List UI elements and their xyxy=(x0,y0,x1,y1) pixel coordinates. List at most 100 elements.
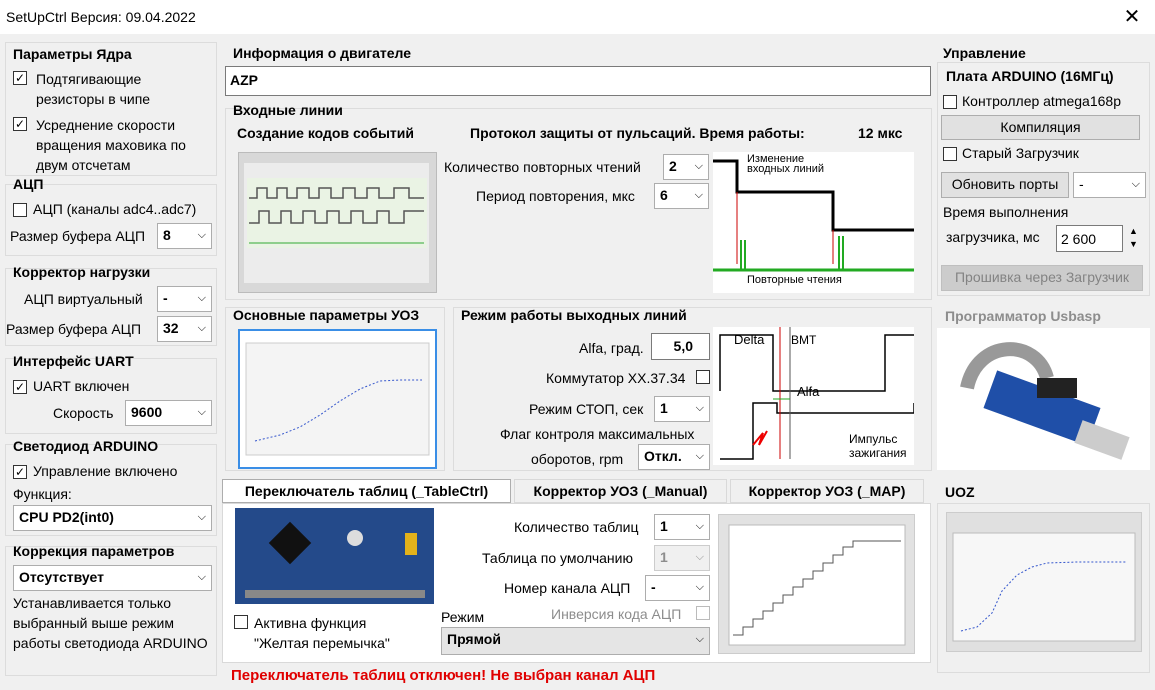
mode-label: Режим xyxy=(441,609,485,625)
invert-checkbox[interactable] xyxy=(696,606,710,620)
load-virtual-select[interactable]: - ⌵ xyxy=(157,286,212,312)
count-label: Количество таблиц xyxy=(514,519,639,535)
corr-select[interactable]: Отсутствует ⌵ xyxy=(13,565,212,591)
outputs-diagram: Delta ВМТ Alfa Импульс зажигания xyxy=(713,327,915,465)
alfa-input[interactable]: 5,0 xyxy=(651,333,710,360)
chevron-down-icon: ⌵ xyxy=(197,511,206,523)
tab-tablectrl[interactable]: Переключатель таблиц (_TableCtrl) xyxy=(222,479,511,503)
uart-title: Интерфейс UART xyxy=(13,353,134,369)
compile-button[interactable]: Компиляция xyxy=(941,115,1140,140)
exec-spinner-icon[interactable]: ▲ ▼ xyxy=(1125,225,1142,252)
pullup-label: Подтягивающие резисторы в чипе xyxy=(36,71,151,107)
chevron-down-icon: ⌵ xyxy=(695,633,704,645)
flash-button[interactable]: Прошивка через Загрузчик xyxy=(941,265,1143,291)
mode-select[interactable]: Прямой ⌵ xyxy=(441,627,710,655)
chevron-down-icon: ⌵ xyxy=(695,450,704,462)
arduino-image xyxy=(235,508,434,604)
period-label: Период повторения, мкс xyxy=(476,188,635,204)
exec-label-1: Время выполнения xyxy=(943,204,1069,220)
corr-title: Коррекция параметров xyxy=(13,543,175,559)
window-title: SetUpCtrl Версия: 09.04.2022 xyxy=(6,9,196,25)
warning-text: Переключатель таблиц отключен! Не выбран… xyxy=(231,667,656,684)
refresh-ports-button[interactable]: Обновить порты xyxy=(941,172,1069,198)
led-func-select[interactable]: CPU PD2(int0) ⌵ xyxy=(13,505,212,531)
board-label: Плата ARDUINO (16МГц) xyxy=(946,68,1114,84)
avg-checkbox[interactable]: ✓ xyxy=(13,117,27,131)
chevron-down-icon: ⌵ xyxy=(197,292,206,304)
stop-select[interactable]: 1 ⌵ xyxy=(654,396,710,422)
port-select[interactable]: - ⌵ xyxy=(1073,172,1146,198)
tab-map[interactable]: Корректор УОЗ (_MAP) xyxy=(730,479,924,503)
staircase-svg xyxy=(728,524,906,646)
pullup-checkbox[interactable]: ✓ xyxy=(13,71,27,85)
count-select[interactable]: 1 ⌵ xyxy=(654,514,710,540)
adc-channels-label: АЦП (каналы adc4..adc7) xyxy=(33,201,197,217)
led-func-label: Функция: xyxy=(13,486,72,502)
led-title: Светодиод ARDUINO xyxy=(13,438,159,454)
led-checkbox[interactable]: ✓ xyxy=(13,465,27,479)
yellow-label: Активна функция "Желтая перемычка" xyxy=(254,615,390,651)
chevron-down-icon: ⌵ xyxy=(695,581,704,593)
adc-checkbox[interactable] xyxy=(13,203,27,217)
diag-alfa-label: Alfa xyxy=(797,384,820,399)
comm-label: Коммутатор ХХ.37.34 xyxy=(546,370,686,386)
adc-title: АЦП xyxy=(13,176,44,192)
default-select[interactable]: 1 ⌵ xyxy=(654,545,710,571)
diag-delta-label: Delta xyxy=(734,332,765,347)
chevron-down-icon: ⌵ xyxy=(197,406,206,418)
load-buffer-label: Размер буфера АЦП xyxy=(6,321,142,337)
avg-label: Усреднение скорости вращения маховика по… xyxy=(36,117,186,173)
exec-label-2: загрузчика, мс xyxy=(946,229,1040,245)
uoz-title: Основные параметры УОЗ xyxy=(233,307,420,323)
close-icon[interactable]: ✕ xyxy=(1118,4,1146,30)
control-title: Управление xyxy=(943,45,1026,61)
chevron-down-icon: ⌵ xyxy=(694,189,703,201)
table-image xyxy=(718,514,915,654)
corr-note: Устанавливается только выбранный выше ре… xyxy=(13,595,208,651)
uart-speed-select[interactable]: 9600 ⌵ xyxy=(125,400,212,426)
exec-input[interactable]: 2 600 xyxy=(1056,225,1123,252)
chevron-down-icon: ⌵ xyxy=(695,551,704,563)
arduino-board-svg xyxy=(235,508,434,604)
chevron-down-icon: ⌵ xyxy=(197,229,206,241)
comm-checkbox[interactable] xyxy=(696,370,710,384)
usbasp-image xyxy=(937,328,1150,470)
diag-impulse-label-2: зажигания xyxy=(849,446,907,460)
adc-buffer-label: Размер буфера АЦП xyxy=(10,228,146,244)
uoz-image[interactable] xyxy=(238,329,437,469)
programmer-title: Программатор Usbasp xyxy=(945,308,1101,324)
led-enabled-label: Управление включено xyxy=(33,463,178,479)
repeats-select[interactable]: 2 ⌵ xyxy=(663,154,709,180)
flag-select[interactable]: Откл. ⌵ xyxy=(638,444,710,470)
protect-label: Протокол защиты от пульсаций. Время рабо… xyxy=(470,125,805,141)
engine-title: Информация о двигателе xyxy=(233,45,412,61)
chevron-down-icon: ⌵ xyxy=(694,160,703,172)
events-image xyxy=(238,152,437,293)
uoz-right-title: UOZ xyxy=(945,484,975,500)
channel-select[interactable]: - ⌵ xyxy=(645,575,710,601)
channel-label: Номер канала АЦП xyxy=(504,580,631,596)
waveform-thumbnail xyxy=(244,163,429,283)
engine-input[interactable]: AZP xyxy=(225,66,931,96)
period-select[interactable]: 6 ⌵ xyxy=(654,183,709,209)
uoz-thumbnail xyxy=(245,342,430,456)
adc-buffer-select[interactable]: 8 ⌵ xyxy=(157,223,212,249)
atmega-checkbox[interactable] xyxy=(943,95,957,109)
diag-bottom-label: Повторные чтения xyxy=(747,274,842,286)
atmega-label: Контроллер atmega168p xyxy=(962,93,1121,109)
events-label: Создание кодов событий xyxy=(237,125,414,141)
chevron-down-icon: ⌵ xyxy=(695,402,704,414)
stop-label: Режим СТОП, сек xyxy=(529,401,644,417)
tab-manual[interactable]: Корректор УОЗ (_Manual) xyxy=(514,479,727,503)
protect-diagram: Изменение входных линий Повторные чтения xyxy=(713,152,914,293)
yellow-checkbox[interactable] xyxy=(234,615,248,629)
load-buffer-select[interactable]: 32 ⌵ xyxy=(157,316,212,342)
usbasp-svg xyxy=(960,342,1130,460)
outputs-title: Режим работы выходных линий xyxy=(461,307,687,323)
chevron-down-icon: ⌵ xyxy=(1131,178,1140,190)
oldloader-checkbox[interactable] xyxy=(943,147,957,161)
uart-enabled-label: UART включен xyxy=(33,378,130,394)
alfa-label: Alfa, град. xyxy=(579,340,644,356)
uoz-right-svg xyxy=(952,532,1136,642)
uart-checkbox[interactable]: ✓ xyxy=(13,380,27,394)
